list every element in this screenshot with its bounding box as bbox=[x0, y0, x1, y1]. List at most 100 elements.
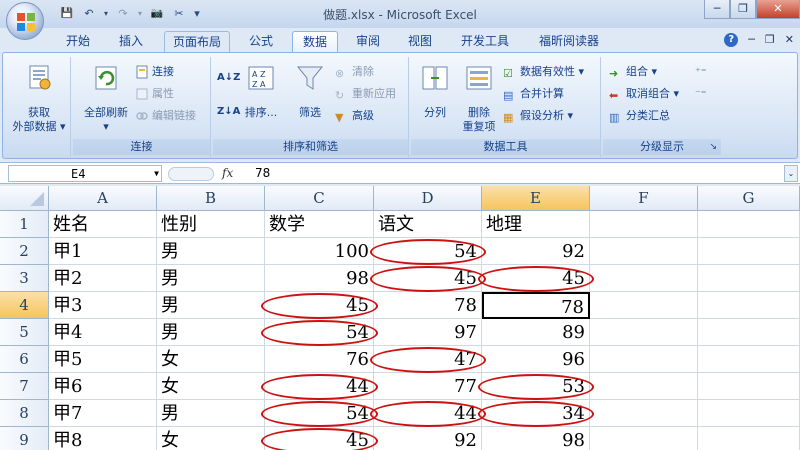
cell-b6[interactable]: 女 bbox=[157, 346, 265, 373]
cell-g9[interactable] bbox=[698, 427, 800, 450]
cell-d6[interactable]: 47 bbox=[374, 346, 482, 373]
cell-c6[interactable]: 76 bbox=[265, 346, 374, 373]
cell-d7[interactable]: 77 bbox=[374, 373, 482, 400]
cell-c8[interactable]: 54 bbox=[265, 400, 374, 427]
ribbon-restore-icon[interactable]: ❐ bbox=[765, 33, 775, 47]
cell-g2[interactable] bbox=[698, 238, 800, 265]
cell-f2[interactable] bbox=[590, 238, 698, 265]
cell-e1[interactable]: 地理 bbox=[482, 211, 590, 238]
cell-f6[interactable] bbox=[590, 346, 698, 373]
cell-f8[interactable] bbox=[590, 400, 698, 427]
cell-d3[interactable]: 45 bbox=[374, 265, 482, 292]
row-header-3[interactable]: 3 bbox=[0, 265, 49, 292]
column-header-a[interactable]: A bbox=[49, 186, 157, 211]
consolidate-button[interactable]: ▤ 合并计算 bbox=[503, 85, 564, 103]
ribbon-close-icon[interactable]: ✕ bbox=[785, 33, 794, 47]
tab-insert[interactable]: 插入 bbox=[108, 31, 154, 52]
row-header-1[interactable]: 1 bbox=[0, 211, 49, 238]
worksheet-grid[interactable]: A B C D E F G 1 姓名 性别 数学 语文 地理 2 甲1 男 100 54 92 3 甲2 男 98 45 45 4… bbox=[0, 186, 800, 450]
tab-view[interactable]: 视图 bbox=[398, 31, 442, 52]
restore-button[interactable]: ❐ bbox=[730, 0, 756, 19]
cell-b1[interactable]: 性别 bbox=[157, 211, 265, 238]
cell-g6[interactable] bbox=[698, 346, 800, 373]
cell-g1[interactable] bbox=[698, 211, 800, 238]
column-header-e[interactable]: E bbox=[482, 186, 590, 211]
cell-d2[interactable]: 54 bbox=[374, 238, 482, 265]
text-to-columns-button[interactable]: 分列 bbox=[415, 63, 455, 120]
group-button[interactable]: ➜ 组合 ▾ bbox=[609, 63, 657, 81]
reapply-button[interactable]: ↻ 重新应用 bbox=[335, 85, 396, 103]
cell-e2[interactable]: 92 bbox=[482, 238, 590, 265]
cell-e5[interactable]: 89 bbox=[482, 319, 590, 346]
outline-dialog-launcher-icon[interactable]: ↘ bbox=[709, 139, 717, 155]
tab-foxit-reader[interactable]: 福昕阅读器 bbox=[528, 31, 610, 52]
row-header-6[interactable]: 6 bbox=[0, 346, 49, 373]
cell-d1[interactable]: 语文 bbox=[374, 211, 482, 238]
formula-bar-splitter[interactable] bbox=[168, 167, 214, 181]
cell-a9[interactable]: 甲8 bbox=[49, 427, 157, 450]
minimize-button[interactable]: ─ bbox=[704, 0, 730, 19]
column-header-b[interactable]: B bbox=[157, 186, 265, 211]
cell-e8[interactable]: 34 bbox=[482, 400, 590, 427]
cell-d5[interactable]: 97 bbox=[374, 319, 482, 346]
edit-links-button[interactable]: 编辑链接 bbox=[135, 107, 196, 125]
subtotal-button[interactable]: ▥ 分类汇总 bbox=[609, 107, 670, 125]
cell-d9[interactable]: 92 bbox=[374, 427, 482, 450]
close-button[interactable]: ✕ bbox=[756, 0, 800, 19]
clear-button[interactable]: ⊗ 清除 bbox=[335, 63, 374, 81]
cell-b4[interactable]: 男 bbox=[157, 292, 265, 319]
cell-d8[interactable]: 44 bbox=[374, 400, 482, 427]
cell-a1[interactable]: 姓名 bbox=[49, 211, 157, 238]
help-icon[interactable]: ? bbox=[724, 33, 739, 47]
filter-button[interactable]: 筛选 bbox=[289, 63, 331, 120]
row-header-7[interactable]: 7 bbox=[0, 373, 49, 400]
cell-g7[interactable] bbox=[698, 373, 800, 400]
refresh-all-button[interactable]: 全部刷新 ▾ bbox=[77, 63, 135, 134]
cell-c5[interactable]: 54 bbox=[265, 319, 374, 346]
cell-e9[interactable]: 98 bbox=[482, 427, 590, 450]
get-external-data-button[interactable]: 获取 外部数据 ▾ bbox=[9, 63, 69, 134]
cell-b5[interactable]: 男 bbox=[157, 319, 265, 346]
cell-b8[interactable]: 男 bbox=[157, 400, 265, 427]
cell-f4[interactable] bbox=[590, 292, 698, 319]
cell-f7[interactable] bbox=[590, 373, 698, 400]
sort-button[interactable]: A Z Z A 排序... bbox=[241, 63, 281, 120]
cell-b3[interactable]: 男 bbox=[157, 265, 265, 292]
cell-d4[interactable]: 78 bbox=[374, 292, 482, 319]
cell-a7[interactable]: 甲6 bbox=[49, 373, 157, 400]
cell-c3[interactable]: 98 bbox=[265, 265, 374, 292]
row-header-8[interactable]: 8 bbox=[0, 400, 49, 427]
insert-function-icon[interactable]: fx bbox=[222, 166, 233, 180]
cell-a6[interactable]: 甲5 bbox=[49, 346, 157, 373]
what-if-analysis-button[interactable]: ▦ 假设分析 ▾ bbox=[503, 107, 573, 125]
connections-button[interactable]: 连接 bbox=[135, 63, 174, 81]
tab-page-layout[interactable]: 页面布局 bbox=[164, 31, 230, 52]
tab-developer[interactable]: 开发工具 bbox=[450, 31, 520, 52]
ribbon-minimize-icon[interactable]: ─ bbox=[748, 33, 755, 47]
column-header-g[interactable]: G bbox=[698, 186, 800, 211]
cell-a4[interactable]: 甲3 bbox=[49, 292, 157, 319]
cell-e3[interactable]: 45 bbox=[482, 265, 590, 292]
select-all-button[interactable] bbox=[0, 186, 49, 211]
row-header-2[interactable]: 2 bbox=[0, 238, 49, 265]
column-header-c[interactable]: C bbox=[265, 186, 374, 211]
cell-a8[interactable]: 甲7 bbox=[49, 400, 157, 427]
cell-g8[interactable] bbox=[698, 400, 800, 427]
sort-ascending-button[interactable]: A↓Z bbox=[217, 69, 240, 87]
cell-f1[interactable] bbox=[590, 211, 698, 238]
cell-b7[interactable]: 女 bbox=[157, 373, 265, 400]
cell-f9[interactable] bbox=[590, 427, 698, 450]
column-header-f[interactable]: F bbox=[590, 186, 698, 211]
cell-a2[interactable]: 甲1 bbox=[49, 238, 157, 265]
properties-button[interactable]: 属性 bbox=[135, 85, 174, 103]
expand-formula-bar-icon[interactable]: ⌄ bbox=[784, 165, 798, 182]
cell-a5[interactable]: 甲4 bbox=[49, 319, 157, 346]
cell-c2[interactable]: 100 bbox=[265, 238, 374, 265]
tab-review[interactable]: 审阅 bbox=[346, 31, 390, 52]
name-box-dropdown-icon[interactable]: ▼ bbox=[154, 166, 159, 182]
ungroup-button[interactable]: ⬅ 取消组合 ▾ bbox=[609, 85, 679, 103]
sort-descending-button[interactable]: Z↓A bbox=[217, 103, 240, 121]
tab-home[interactable]: 开始 bbox=[58, 31, 98, 52]
remove-duplicates-button[interactable]: 删除 重复项 bbox=[457, 63, 501, 134]
hide-detail-icon[interactable]: ⁻⁼ bbox=[695, 85, 707, 103]
